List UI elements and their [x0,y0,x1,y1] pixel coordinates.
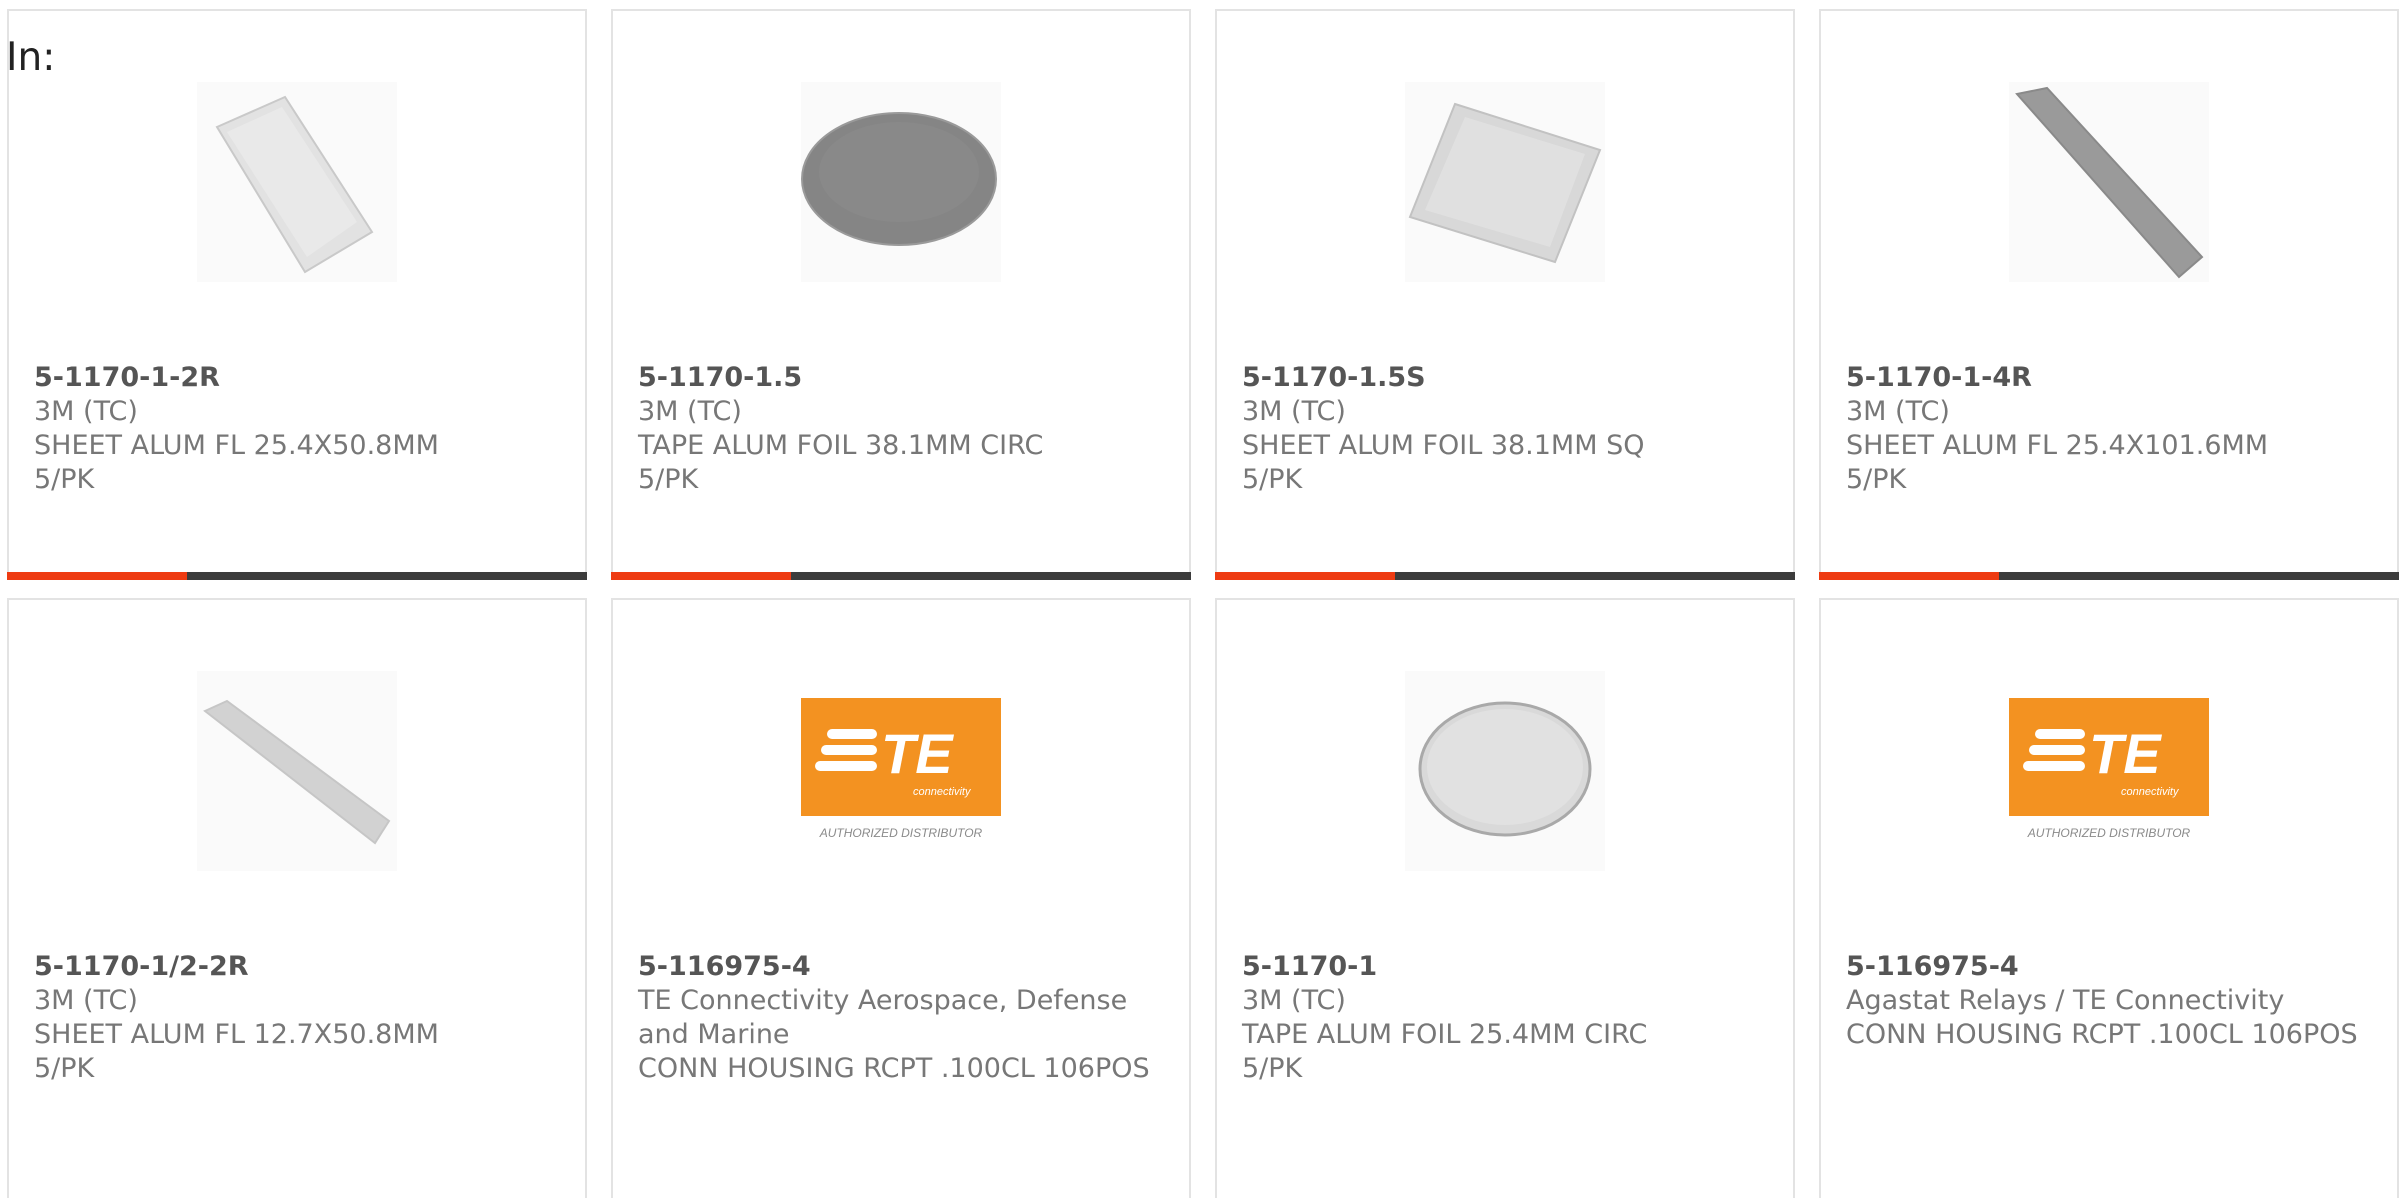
product-card[interactable]: 5-1170-1.5S 3M (TC) SHEET ALUM FOIL 38.1… [1215,9,1795,580]
te-logo-stripe [821,745,877,755]
te-logo-stripe [815,761,877,771]
product-grid: 5-1170-1-2R 3M (TC) SHEET ALUM FL 25.4X5… [7,9,2400,1198]
description: TAPE ALUM FOIL 25.4MM CIRC [1242,1019,1648,1050]
te-logo-stripe [2029,745,2085,755]
bar-accent [7,572,187,580]
manufacturer: 3M (TC) [34,985,138,1016]
manufacturer: 3M (TC) [1242,396,1346,427]
product-card[interactable]: 5-1170-1 3M (TC) TAPE ALUM FOIL 25.4MM C… [1215,598,1795,1198]
pack-size: 5/PK [34,1053,95,1084]
product-card[interactable]: 5-1170-1/2-2R 3M (TC) SHEET ALUM FL 12.7… [7,598,587,1198]
pack-size: 5/PK [1242,1053,1303,1084]
te-logo-stripe [2035,729,2085,739]
te-logo-wordmark: TE [881,722,954,785]
te-logo-stripe [2023,761,2085,771]
product-image[interactable]: TE connectivity AUTHORIZED DISTRIBUTOR [801,671,1001,871]
te-logo-tagline: connectivity [2121,786,2180,798]
description: SHEET ALUM FL 25.4X50.8MM [34,430,439,461]
bar-accent [1215,572,1395,580]
card-bar [7,572,587,580]
te-logo-tagline: connectivity [913,786,972,798]
part-number[interactable]: 5-1170-1-2R [34,361,565,395]
pack-size: 5/PK [638,464,699,495]
part-number[interactable]: 5-1170-1.5S [1242,361,1773,395]
manufacturer: TE Connectivity Aerospace, Defense and M… [638,985,1128,1050]
product-card[interactable]: 5-1170-1-4R 3M (TC) SHEET ALUM FL 25.4X1… [1819,9,2399,580]
pack-size: 5/PK [1846,464,1907,495]
te-logo-stripe [827,729,877,739]
part-number[interactable]: 5-1170-1/2-2R [34,950,565,984]
te-logo-caption: AUTHORIZED DISTRIBUTOR [2027,826,2191,840]
product-card[interactable]: 5-1170-1.5 3M (TC) TAPE ALUM FOIL 38.1MM… [611,9,1191,580]
product-image[interactable] [1405,671,1605,871]
card-bar [611,572,1191,580]
product-image[interactable] [2009,82,2209,282]
product-card[interactable]: TE connectivity AUTHORIZED DISTRIBUTOR 5… [1819,598,2399,1198]
part-number[interactable]: 5-116975-4 [638,950,1169,984]
part-number[interactable]: 5-1170-1.5 [638,361,1169,395]
product-image[interactable] [197,82,397,282]
manufacturer: Agastat Relays / TE Connectivity [1846,985,2285,1016]
te-logo-caption: AUTHORIZED DISTRIBUTOR [819,826,983,840]
description: TAPE ALUM FOIL 38.1MM CIRC [638,430,1044,461]
description: SHEET ALUM FL 25.4X101.6MM [1846,430,2269,461]
description: CONN HOUSING RCPT .100CL 106POS [638,1053,1150,1084]
product-card[interactable]: 5-1170-1-2R 3M (TC) SHEET ALUM FL 25.4X5… [7,9,587,580]
manufacturer: 3M (TC) [34,396,138,427]
description: SHEET ALUM FL 12.7X50.8MM [34,1019,439,1050]
product-image[interactable] [1405,82,1605,282]
card-bar [1819,572,2399,580]
description: CONN HOUSING RCPT .100CL 106POS [1846,1019,2358,1050]
pack-size: 5/PK [34,464,95,495]
te-logo-wordmark: TE [2089,722,2162,785]
description: SHEET ALUM FOIL 38.1MM SQ [1242,430,1645,461]
part-number[interactable]: 5-116975-4 [1846,950,2377,984]
pack-size: 5/PK [1242,464,1303,495]
manufacturer: 3M (TC) [638,396,742,427]
product-image[interactable]: TE connectivity AUTHORIZED DISTRIBUTOR [2009,671,2209,871]
manufacturer: 3M (TC) [1846,396,1950,427]
bar-accent [611,572,791,580]
product-image[interactable] [197,671,397,871]
product-image[interactable] [801,82,1001,282]
product-card[interactable]: TE connectivity AUTHORIZED DISTRIBUTOR 5… [611,598,1191,1198]
bar-accent [1819,572,1999,580]
card-bar [1215,572,1795,580]
in-label: In: [6,35,56,80]
part-number[interactable]: 5-1170-1-4R [1846,361,2377,395]
manufacturer: 3M (TC) [1242,985,1346,1016]
part-number[interactable]: 5-1170-1 [1242,950,1773,984]
